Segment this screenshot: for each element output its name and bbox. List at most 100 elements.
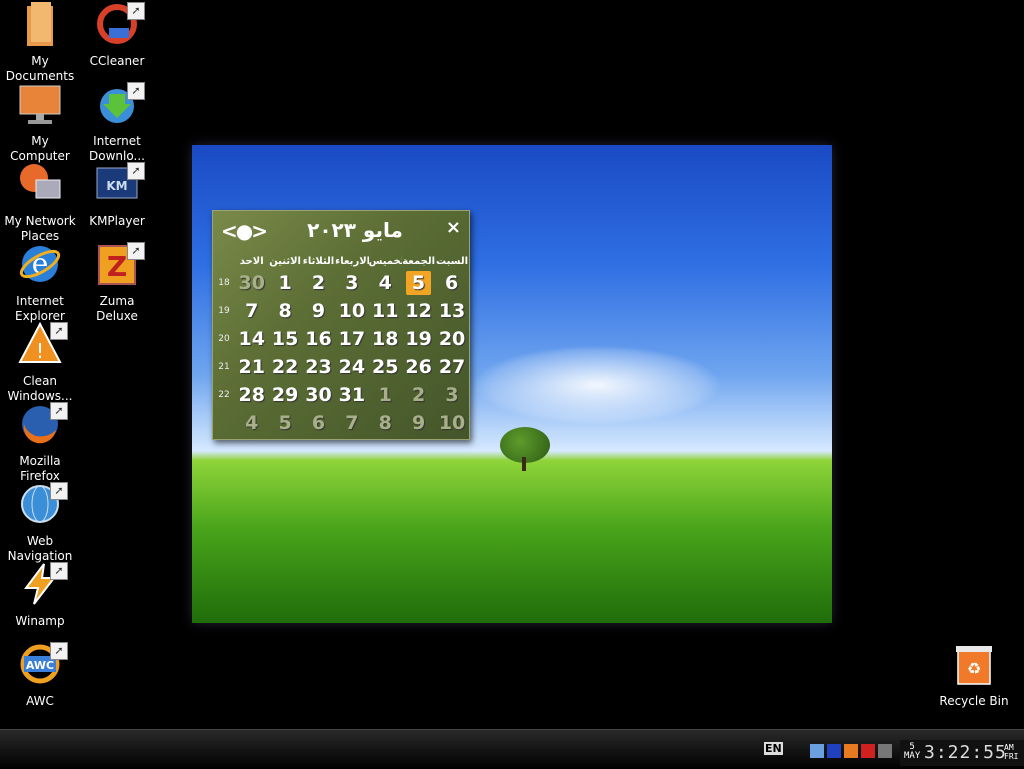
calendar-day[interactable]: 20 <box>435 327 468 351</box>
calendar-day[interactable]: 2 <box>302 271 335 295</box>
recycle-bin-icon: ♻ <box>952 642 996 686</box>
calendar-day[interactable]: 26 <box>402 355 435 379</box>
calendar-day[interactable]: 8 <box>369 411 402 435</box>
calendar-day[interactable]: 16 <box>302 327 335 351</box>
warning-icon: ! ➚ <box>18 322 68 366</box>
calendar-day[interactable]: 3 <box>435 383 468 407</box>
calendar-day[interactable]: 30 <box>235 271 268 295</box>
desktop-icon-my-network-places[interactable]: My Network Places <box>0 160 80 243</box>
close-icon[interactable]: × <box>446 217 461 238</box>
calendar-day[interactable]: 6 <box>302 411 335 435</box>
svg-text:♻: ♻ <box>967 659 981 678</box>
desktop-icon-recycle-bin[interactable]: ♻ Recycle Bin <box>934 640 1014 720</box>
desktop-icon-awc[interactable]: AWC ➚ AWC <box>0 640 80 720</box>
calendar-day[interactable]: 17 <box>335 327 368 351</box>
desktop-icon-label: Recycle Bin <box>939 694 1009 708</box>
desktop-icon-mozilla-firefox[interactable]: ➚ Mozilla Firefox <box>0 400 80 483</box>
calendar-day[interactable]: 12 <box>402 299 435 323</box>
desktop-icon-label: AWC <box>26 694 54 708</box>
calendar-day[interactable]: 10 <box>435 411 468 435</box>
globe-icon: ➚ <box>18 482 68 526</box>
firefox-icon: ➚ <box>18 402 68 446</box>
calendar-day[interactable]: 28 <box>235 383 268 407</box>
calendar-day[interactable]: 9 <box>402 411 435 435</box>
svg-text:KM: KM <box>106 179 127 193</box>
weekday-label: الاربعاء <box>335 256 369 267</box>
zuma-icon: Z ➚ <box>95 242 145 286</box>
clock-month: MAY <box>904 751 921 761</box>
shortcut-arrow-icon: ➚ <box>127 2 145 20</box>
calendar-day[interactable]: 7 <box>335 411 368 435</box>
calendar-day[interactable]: 29 <box>268 383 301 407</box>
calendar-day[interactable]: 6 <box>435 271 468 295</box>
calendar-day[interactable]: 18 <box>369 327 402 351</box>
language-indicator[interactable]: EN <box>764 742 783 755</box>
calendar-day[interactable]: 31 <box>335 383 368 407</box>
desktop-icon-my-computer[interactable]: My Computer <box>0 80 80 163</box>
week-number: 21 <box>218 362 230 372</box>
calendar-day[interactable]: 4 <box>235 411 268 435</box>
clock-ampm-label: AM <box>1004 743 1014 752</box>
desktop-icon-web-navigation[interactable]: ➚ Web Navigation <box>0 480 80 563</box>
calendar-day[interactable]: 15 <box>268 327 301 351</box>
calendar-nav-arrows[interactable]: <●> <box>221 219 268 243</box>
calendar-day[interactable]: 13 <box>435 299 468 323</box>
shield-tray-icon[interactable] <box>861 744 875 758</box>
calendar-day[interactable]: 21 <box>235 355 268 379</box>
calendar-day[interactable]: 2 <box>402 383 435 407</box>
calendar-day-today[interactable]: 5 <box>405 271 431 295</box>
calendar-day[interactable]: 8 <box>268 299 301 323</box>
week-number: 22 <box>218 390 230 400</box>
shortcut-arrow-icon: ➚ <box>50 562 68 580</box>
shortcut-arrow-icon: ➚ <box>50 322 68 340</box>
shortcut-arrow-icon: ➚ <box>50 642 68 660</box>
desktop-icon-winamp[interactable]: ➚ Winamp <box>0 560 80 640</box>
monitor-tray-icon[interactable] <box>810 744 824 758</box>
calendar-week-row: 4 5 6 7 8 9 10 <box>213 409 469 437</box>
desktop-icon-kmplayer[interactable]: KM ➚ KMPlayer <box>77 160 157 240</box>
calendar-day[interactable]: 23 <box>302 355 335 379</box>
network-tray-icon[interactable] <box>878 744 892 758</box>
calendar-weekday-header: الاحد الاثنين الثلاثاء الاربعاء الخميس ا… <box>235 256 469 267</box>
wallpaper-tree-trunk <box>522 457 526 471</box>
svg-text:AWC: AWC <box>26 659 54 672</box>
calendar-day[interactable]: 7 <box>235 299 268 323</box>
calendar-day[interactable]: 30 <box>302 383 335 407</box>
desktop-icon-label: CCleaner <box>89 54 145 68</box>
calendar-week-row: 21 21 22 23 24 25 26 27 <box>213 353 469 381</box>
taskbar-clock[interactable]: 5 MAY 3:22:55 AM FRI <box>900 740 1024 766</box>
download-manager-icon: ➚ <box>95 82 145 126</box>
weekday-label: الاحد <box>239 256 264 267</box>
desktop-icon-my-documents[interactable]: My Documents <box>0 0 80 83</box>
shortcut-arrow-icon: ➚ <box>127 82 145 100</box>
calendar-day[interactable]: 9 <box>302 299 335 323</box>
desktop-icon-zuma-deluxe[interactable]: Z ➚ Zuma Deluxe <box>77 240 157 323</box>
calendar-day[interactable]: 24 <box>335 355 368 379</box>
calendar-day[interactable]: 10 <box>335 299 368 323</box>
calendar-day[interactable]: 1 <box>369 383 402 407</box>
calendar-day[interactable]: 3 <box>335 271 368 295</box>
calendar-day[interactable]: 19 <box>402 327 435 351</box>
desktop-icon-clean-windows[interactable]: ! ➚ Clean Windows... <box>0 320 80 403</box>
system-tray <box>810 744 892 758</box>
calendar-day[interactable]: 5 <box>268 411 301 435</box>
weekday-label: السبت <box>436 256 469 267</box>
calendar-day[interactable]: 22 <box>268 355 301 379</box>
desktop-icon-internet-explorer[interactable]: e Internet Explorer <box>0 240 80 323</box>
desktop-icon-ccleaner[interactable]: ➚ CCleaner <box>77 0 157 80</box>
calendar-nav-icon[interactable]: <●> <box>221 219 268 243</box>
clock-ampm: AM FRI <box>1004 743 1018 761</box>
desktop-icon-internet-download-manager[interactable]: ➚ Internet Downlo... <box>77 80 157 163</box>
calendar-day[interactable]: 1 <box>268 271 301 295</box>
app-tray-icon[interactable] <box>827 744 841 758</box>
computer-icon <box>18 82 62 126</box>
calendar-day[interactable]: 14 <box>235 327 268 351</box>
calendar-gadget[interactable]: <●> مايو ٢٠٢٣ × الاحد الاثنين الثلاثاء ا… <box>212 210 470 440</box>
calendar-day[interactable]: 4 <box>369 271 402 295</box>
shortcut-arrow-icon: ➚ <box>50 482 68 500</box>
calendar-day[interactable]: 27 <box>435 355 468 379</box>
java-tray-icon[interactable] <box>844 744 858 758</box>
winamp-icon: ➚ <box>18 562 68 606</box>
calendar-day[interactable]: 25 <box>369 355 402 379</box>
calendar-day[interactable]: 11 <box>369 299 402 323</box>
